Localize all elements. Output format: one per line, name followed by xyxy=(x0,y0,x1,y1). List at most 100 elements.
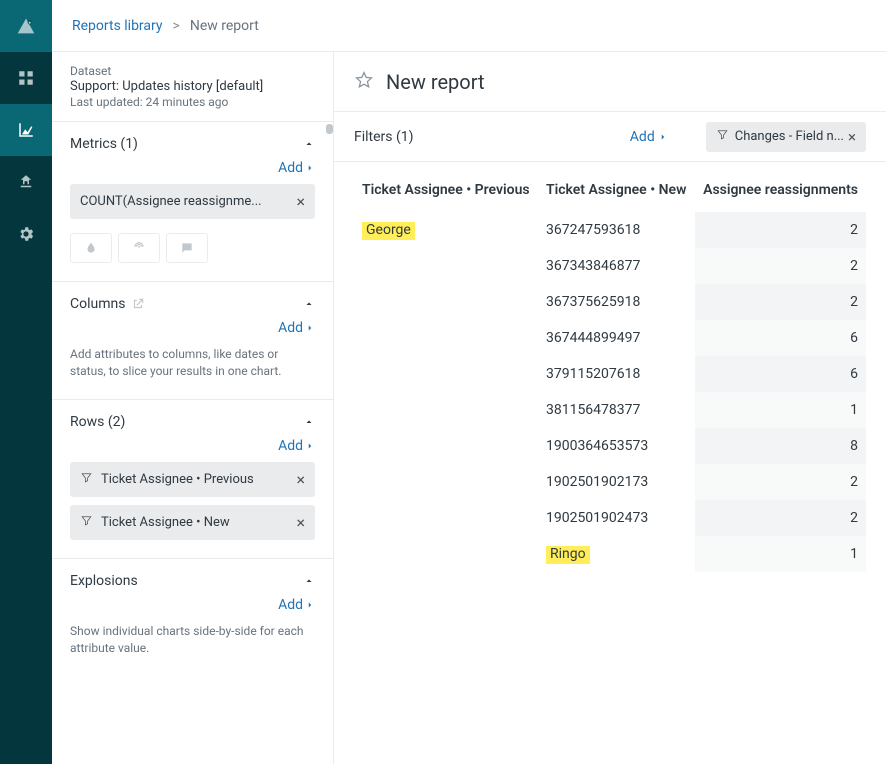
cell-prev xyxy=(354,392,538,428)
metric-toolbar xyxy=(70,233,315,263)
section-columns-title-text: Columns xyxy=(70,296,125,312)
section-metrics: Metrics (1) Add COUNT(Assignee reassignm… xyxy=(52,122,333,282)
section-metrics-title: Metrics (1) xyxy=(70,136,138,152)
cell-prev xyxy=(354,320,538,356)
report-title[interactable]: New report xyxy=(386,70,485,94)
chevron-up-icon xyxy=(303,575,315,587)
close-icon[interactable]: × xyxy=(844,128,856,146)
cell-new: Ringo xyxy=(538,536,695,572)
cell-prev xyxy=(354,536,538,572)
table-row[interactable]: George3672475936182 xyxy=(354,212,866,248)
cell-new: 367444899497 xyxy=(538,320,695,356)
filters-row: Filters (1) Add Changes - Field n... × xyxy=(334,112,886,162)
cell-count: 1 xyxy=(695,392,866,428)
cell-new: 379115207618 xyxy=(538,356,695,392)
section-rows: Rows (2) Add Ticket Assignee • Previous … xyxy=(52,400,333,559)
cell-new: 367343846877 xyxy=(538,248,695,284)
table-row[interactable]: 19003646535738 xyxy=(354,428,866,464)
nav-datasets[interactable] xyxy=(0,156,52,208)
explosions-add-link[interactable]: Add xyxy=(70,597,315,613)
chevron-up-icon xyxy=(303,416,315,428)
cell-count: 8 xyxy=(695,428,866,464)
row-pill[interactable]: Ticket Assignee • Previous × xyxy=(70,462,315,497)
col-header-new[interactable]: Ticket Assignee • New xyxy=(538,176,695,212)
scrollbar-thumb[interactable] xyxy=(326,124,333,134)
metrics-add-label: Add xyxy=(278,160,303,176)
breadcrumb-sep: > xyxy=(173,18,180,34)
section-explosions-header[interactable]: Explosions xyxy=(70,573,315,589)
row-pill-label: Ticket Assignee • Previous xyxy=(101,472,290,487)
section-columns: Columns Add Add attributes to columns, l… xyxy=(52,282,333,400)
cell-new: 367247593618 xyxy=(538,212,695,248)
row-pill-label: Ticket Assignee • New xyxy=(101,515,290,530)
cell-count: 2 xyxy=(695,500,866,536)
comment-tool-button[interactable] xyxy=(166,233,208,263)
cell-count: 2 xyxy=(695,284,866,320)
close-icon[interactable]: × xyxy=(290,513,305,532)
table-row[interactable]: 19025019024732 xyxy=(354,500,866,536)
cell-count: 2 xyxy=(695,464,866,500)
chevron-right-icon xyxy=(305,441,315,451)
col-header-prev[interactable]: Ticket Assignee • Previous xyxy=(354,176,538,212)
breadcrumb-current: New report xyxy=(190,18,259,34)
dataset-name: Support: Updates history [default] xyxy=(70,79,315,94)
row-pill[interactable]: Ticket Assignee • New × xyxy=(70,505,315,540)
left-nav xyxy=(0,0,52,764)
nav-settings[interactable] xyxy=(0,208,52,260)
close-icon[interactable]: × xyxy=(290,192,305,211)
table-row[interactable]: 3791152076186 xyxy=(354,356,866,392)
columns-add-link[interactable]: Add xyxy=(70,320,315,336)
nav-dashboard[interactable] xyxy=(0,52,52,104)
filter-pill[interactable]: Changes - Field n... × xyxy=(706,122,866,152)
cell-prev xyxy=(354,356,538,392)
filters-add-link[interactable]: Add xyxy=(630,129,668,145)
explosions-add-label: Add xyxy=(278,597,303,613)
filters-label: Filters (1) xyxy=(354,129,414,145)
table-row[interactable]: 3811564783771 xyxy=(354,392,866,428)
table-header-row: Ticket Assignee • Previous Ticket Assign… xyxy=(354,176,866,212)
breadcrumb-link-library[interactable]: Reports library xyxy=(72,18,163,34)
section-rows-title: Rows (2) xyxy=(70,414,125,430)
section-metrics-header[interactable]: Metrics (1) xyxy=(70,136,315,152)
results-table: Ticket Assignee • Previous Ticket Assign… xyxy=(354,176,866,572)
rows-add-label: Add xyxy=(278,438,303,454)
dataset-block[interactable]: Dataset Support: Updates history [defaul… xyxy=(52,52,333,122)
rows-add-link[interactable]: Add xyxy=(70,438,315,454)
cell-new: 1902501902473 xyxy=(538,500,695,536)
metrics-add-link[interactable]: Add xyxy=(70,160,315,176)
signal-tool-button[interactable] xyxy=(118,233,160,263)
content: Dataset Support: Updates history [defaul… xyxy=(52,52,886,764)
cell-prev xyxy=(354,284,538,320)
app-logo[interactable] xyxy=(0,0,52,52)
metric-pill[interactable]: COUNT(Assignee reassignme... × xyxy=(70,184,315,219)
chevron-up-icon xyxy=(303,138,315,150)
section-explosions: Explosions Add Show individual charts si… xyxy=(52,559,333,676)
table-row[interactable]: 3674448994976 xyxy=(354,320,866,356)
columns-helper: Add attributes to columns, like dates or… xyxy=(70,346,315,381)
chevron-right-icon xyxy=(305,323,315,333)
color-tool-button[interactable] xyxy=(70,233,112,263)
table-row[interactable]: Ringo1 xyxy=(354,536,866,572)
metric-pill-label: COUNT(Assignee reassignme... xyxy=(80,194,290,209)
cell-new: 1902501902173 xyxy=(538,464,695,500)
cell-prev xyxy=(354,464,538,500)
chevron-up-icon xyxy=(303,298,315,310)
section-columns-header[interactable]: Columns xyxy=(70,296,315,312)
section-rows-header[interactable]: Rows (2) xyxy=(70,414,315,430)
config-panel: Dataset Support: Updates history [defaul… xyxy=(52,52,334,764)
funnel-icon xyxy=(80,514,93,531)
report-title-bar: New report xyxy=(334,52,886,112)
star-icon[interactable] xyxy=(354,70,374,94)
columns-add-label: Add xyxy=(278,320,303,336)
cell-prev xyxy=(354,248,538,284)
table-row[interactable]: 3673438468772 xyxy=(354,248,866,284)
filter-pill-label: Changes - Field n... xyxy=(735,129,844,144)
nav-reports[interactable] xyxy=(0,104,52,156)
cell-count: 6 xyxy=(695,356,866,392)
funnel-icon xyxy=(80,471,93,488)
table-row[interactable]: 19025019021732 xyxy=(354,464,866,500)
cell-count: 6 xyxy=(695,320,866,356)
close-icon[interactable]: × xyxy=(290,470,305,489)
table-row[interactable]: 3673756259182 xyxy=(354,284,866,320)
col-header-count[interactable]: Assignee reassignments xyxy=(695,176,866,212)
